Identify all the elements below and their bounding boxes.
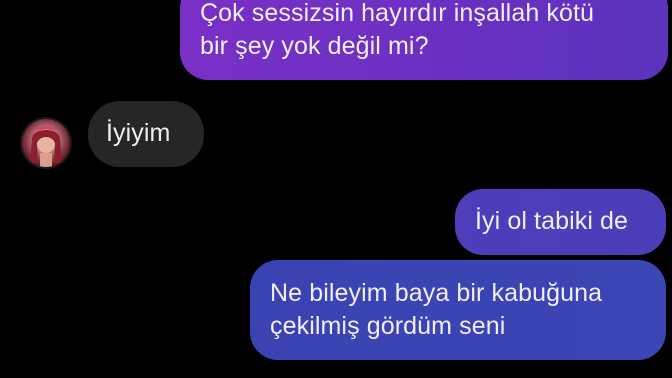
chat-thread[interactable]: Çok sessizsin hayırdır inşallah kötü bir… xyxy=(0,0,672,378)
outgoing-message-bubble[interactable]: Ne bileyim baya bir kabuğuna çekilmiş gö… xyxy=(250,260,666,360)
incoming-message-bubble[interactable]: İyiyim xyxy=(88,101,204,167)
outgoing-message-bubble[interactable]: İyi ol tabiki de xyxy=(455,189,666,255)
outgoing-message-bubble[interactable]: Çok sessizsin hayırdır inşallah kötü bir… xyxy=(180,0,668,80)
message-text-line: Çok sessizsin hayırdır inşallah kötü xyxy=(200,0,595,27)
contact-avatar[interactable] xyxy=(22,119,70,167)
avatar-photo-icon xyxy=(30,126,62,167)
message-text-line: Ne bileyim baya bir kabuğuna xyxy=(270,279,603,307)
message-text-line: çekilmiş gördüm seni xyxy=(270,312,506,340)
message-text-line: İyiyim xyxy=(106,119,171,147)
message-text-line: bir şey yok değil mi? xyxy=(200,32,429,60)
message-text-line: İyi ol tabiki de xyxy=(475,207,629,235)
